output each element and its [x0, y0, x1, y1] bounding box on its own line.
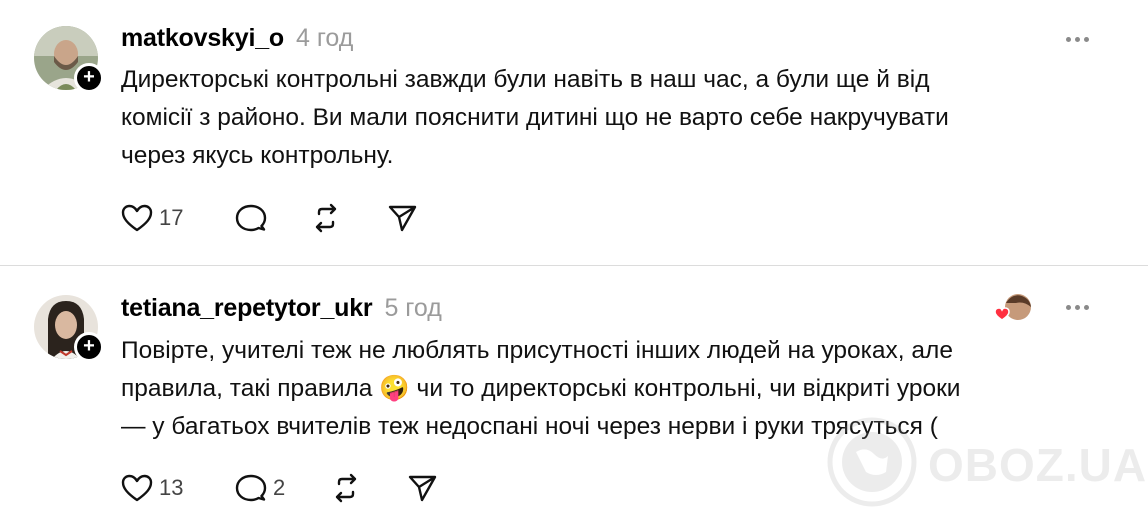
- comment-text-line: Директорські контрольні завжди були наві…: [121, 66, 930, 93]
- reply-button[interactable]: [235, 203, 311, 233]
- follow-button[interactable]: +: [74, 332, 104, 362]
- action-bar: 13 2: [121, 473, 447, 503]
- repost-icon: [331, 473, 361, 503]
- watermark-text: OBOZ.UA: [928, 438, 1148, 491]
- comment-1: + matkovskyi_o 4 год Директорські контро…: [0, 0, 1148, 265]
- watermark: OBOZ.UA: [826, 416, 1147, 513]
- timestamp[interactable]: 4 год: [296, 24, 353, 53]
- comment-icon: [235, 473, 267, 503]
- repost-icon: [311, 203, 341, 233]
- reply-button[interactable]: 2: [235, 473, 331, 503]
- comment-text-line: через якусь контрольну.: [121, 142, 394, 169]
- send-icon: [387, 203, 417, 233]
- more-icon[interactable]: [1066, 305, 1089, 310]
- comment-text: Директорські контрольні завжди були наві…: [121, 61, 1111, 175]
- globe-icon: [826, 416, 918, 513]
- like-count: 17: [159, 205, 184, 230]
- comment-text-line: правила, такі правила 🤪 чи то директорсь…: [121, 375, 961, 402]
- repost-button[interactable]: [311, 203, 387, 233]
- like-count: 13: [159, 475, 184, 500]
- author-liked-avatar: [992, 293, 1036, 323]
- heart-icon: [121, 473, 153, 503]
- comment-text-line: Повірте, учителі теж не люблять присутно…: [121, 337, 953, 364]
- share-button[interactable]: [387, 203, 427, 233]
- repost-button[interactable]: [331, 473, 407, 503]
- timestamp[interactable]: 5 год: [384, 294, 441, 323]
- share-button[interactable]: [407, 473, 447, 503]
- send-icon: [407, 473, 437, 503]
- comment-text-line: комісії з районо. Ви мали пояснити дитин…: [121, 104, 949, 131]
- follow-button[interactable]: +: [74, 63, 104, 93]
- like-button[interactable]: 13: [121, 473, 235, 503]
- comment-icon: [235, 203, 267, 233]
- like-button[interactable]: 17: [121, 203, 235, 233]
- comment-header: matkovskyi_o 4 год: [121, 24, 353, 53]
- more-icon[interactable]: [1066, 37, 1089, 42]
- heart-icon: [121, 203, 153, 233]
- username[interactable]: tetiana_repetytor_ukr: [121, 294, 373, 323]
- username[interactable]: matkovskyi_o: [121, 24, 284, 53]
- action-bar: 17: [121, 203, 427, 233]
- comment-header: tetiana_repetytor_ukr 5 год: [121, 294, 442, 323]
- reply-count: 2: [273, 475, 286, 500]
